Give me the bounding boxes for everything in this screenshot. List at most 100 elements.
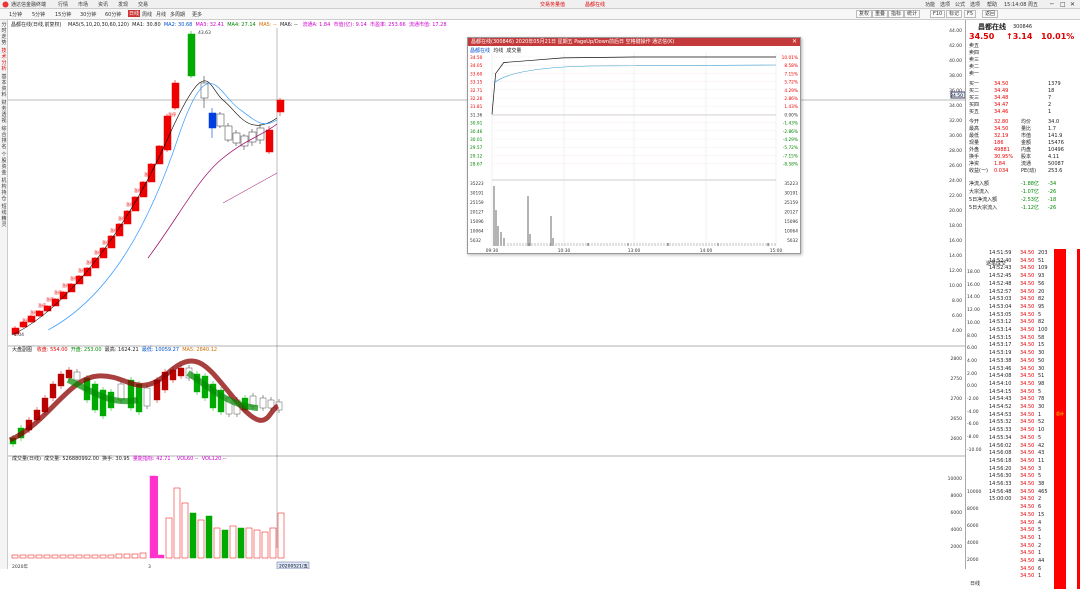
dialog-left-axis-label: 30.01: [470, 137, 483, 143]
btn-fuquan[interactable]: 复权: [856, 10, 873, 18]
volume-bar: [131, 553, 139, 559]
sidebar-tab-basic[interactable]: 基本资料: [0, 74, 8, 98]
volume-bar: [173, 487, 181, 559]
period-more[interactable]: 更多: [192, 11, 202, 18]
menu-quote[interactable]: 行情: [58, 1, 68, 8]
index-y-label: 2650: [951, 416, 963, 422]
maximize-icon[interactable]: □: [1060, 1, 1066, 8]
tick-cell: 14:53:15: [989, 334, 1012, 341]
menu-options-2[interactable]: 选项: [970, 1, 980, 8]
sidebar-tab-rank[interactable]: 综合排名: [0, 126, 8, 150]
tick-cell: 30: [1038, 365, 1045, 372]
period-15min[interactable]: 15分钟: [55, 11, 71, 18]
sidebar-tab-fund[interactable]: 个股资金: [0, 152, 8, 176]
tick-row: 14:53:12 34.50 82: [988, 319, 1053, 325]
menu-help[interactable]: 帮助: [987, 1, 997, 8]
period-60min[interactable]: 60分钟: [105, 11, 121, 18]
btn-overlay[interactable]: 重叠: [872, 10, 889, 18]
menu-discover[interactable]: 发现: [118, 1, 128, 8]
volume-bar: [115, 553, 123, 559]
period-5min[interactable]: 5分钟: [32, 11, 45, 18]
tick-cell: 34.50: [1020, 280, 1035, 287]
cell: 流通: [1021, 161, 1032, 167]
dialog-close-icon[interactable]: ✕: [792, 38, 797, 45]
tick-cell: 5: [1038, 388, 1042, 395]
period-day[interactable]: 日线: [128, 10, 141, 17]
sidebar-tab-technical[interactable]: 技术分析: [0, 48, 8, 72]
sidebar-tab-finance[interactable]: 财务透视: [0, 100, 8, 124]
sidebar-tab-intraday[interactable]: 分时走势: [0, 22, 8, 46]
limit-up-label: 涨停: [62, 282, 70, 288]
tick-row: 14:54:08 34.50 51: [988, 373, 1053, 379]
tick-cell: 14:56:33: [989, 481, 1012, 487]
period-month[interactable]: 月线: [156, 11, 166, 18]
period-week[interactable]: 周线: [142, 11, 152, 18]
ticks-list[interactable]: 14:51:59 34.50 203 14:52:40 34.50 51 14:52:43 3…: [988, 250, 1053, 589]
tick-cell: 30: [1038, 404, 1045, 410]
dialog-left-axis-label: 32.26: [470, 96, 483, 102]
cell: 买四: [969, 102, 980, 108]
dialog-time-label: 09:30: [486, 248, 499, 253]
flow-row: 5日大宗流入 -1.12亿 -26: [966, 205, 1075, 211]
menu-function[interactable]: 功能: [925, 1, 935, 8]
cell: 收益(一): [969, 168, 988, 174]
tick-cell: 34.50: [1020, 427, 1035, 434]
menu-trade[interactable]: 交易: [138, 1, 148, 8]
intraday-dialog[interactable]: 昌都在线(300846) 2020年05月21日 星期五 PageUp/Down…: [467, 37, 801, 254]
menu-center-1[interactable]: 交易务量值: [540, 1, 565, 8]
btn-f10[interactable]: F10: [930, 10, 946, 18]
close-icon[interactable]: ✕: [1070, 1, 1075, 8]
cell: 买五: [969, 109, 980, 115]
period-30min[interactable]: 30分钟: [80, 11, 96, 18]
tick-cell: 34.50: [1020, 465, 1035, 472]
menu-news[interactable]: 资讯: [98, 1, 108, 8]
sidebar-tab-inst[interactable]: 机构持仓: [0, 178, 8, 202]
period-multi[interactable]: 多周期: [170, 11, 185, 18]
btn-back[interactable]: 返回: [982, 10, 999, 18]
minimize-icon[interactable]: ─: [1050, 1, 1054, 8]
tick-cell: 34.50: [1020, 257, 1035, 264]
tick-cell: 34.50: [1020, 388, 1035, 395]
intraday-chart[interactable]: 34.50 10.01% 34.05 8.58% 33.60 7.15% 33.15 5.72…: [468, 53, 800, 253]
btn-mark[interactable]: 标记: [946, 10, 963, 18]
tick-row: 34.50 1: [988, 550, 1053, 556]
volume-y-label: 6000: [951, 510, 963, 516]
ask-row: 卖一: [966, 71, 1075, 77]
index-y-label: 2600: [951, 436, 963, 442]
btn-f5[interactable]: F5: [964, 10, 977, 18]
dialog-vol-axis-label: 25159: [784, 200, 798, 206]
menu-market[interactable]: 市场: [78, 1, 88, 8]
cell: 1.84: [994, 161, 1006, 167]
tick-cell: 14:53:46: [989, 365, 1012, 372]
tick-cell: 34.50: [1020, 373, 1035, 380]
bottom-axis-label: 6000: [967, 524, 979, 529]
tick-cell: 34.50: [1020, 296, 1035, 303]
stock-name: 昌都在线: [978, 23, 1006, 31]
btn-stat[interactable]: 统计: [904, 10, 921, 18]
tick-row: 14:53:17 34.50 15: [988, 342, 1053, 348]
y-tick-label: 4.00: [952, 328, 962, 334]
menu-center-2[interactable]: 昌都在线: [585, 1, 605, 8]
menu-options[interactable]: 选项: [940, 1, 950, 8]
bottom-period-button[interactable]: 日线: [970, 580, 980, 587]
tick-row: 14:56:02 34.50 42: [988, 443, 1053, 449]
tick-row: 14:55:34 34.50 5: [988, 435, 1053, 441]
tick-cell: 78: [1038, 396, 1045, 403]
sidebar-tab-short[interactable]: 短线精灵: [0, 204, 8, 228]
clock: 15:14:08 周五: [1004, 2, 1039, 8]
btn-indicator[interactable]: 指标: [888, 10, 905, 18]
cell: -26: [1048, 205, 1057, 211]
period-1min[interactable]: 1分钟: [9, 11, 22, 18]
tick-cell: 1: [1038, 534, 1042, 541]
tick-cell: 34.50: [1020, 534, 1035, 541]
y-tick-label: 30.00: [949, 133, 962, 139]
index-y-label: 2750: [951, 376, 963, 382]
menu-formula[interactable]: 公式: [955, 1, 965, 8]
dialog-right-axis-label: -8.58%: [783, 162, 798, 168]
cell: 买三: [969, 95, 980, 101]
tick-cell: 14:53:38: [989, 357, 1012, 364]
tick-axis-label: -6.00: [967, 422, 979, 428]
ask-row: 卖四: [966, 50, 1075, 56]
dialog-left-axis-label: 34.50: [470, 55, 483, 61]
tick-cell: 14:54:15: [989, 388, 1012, 395]
